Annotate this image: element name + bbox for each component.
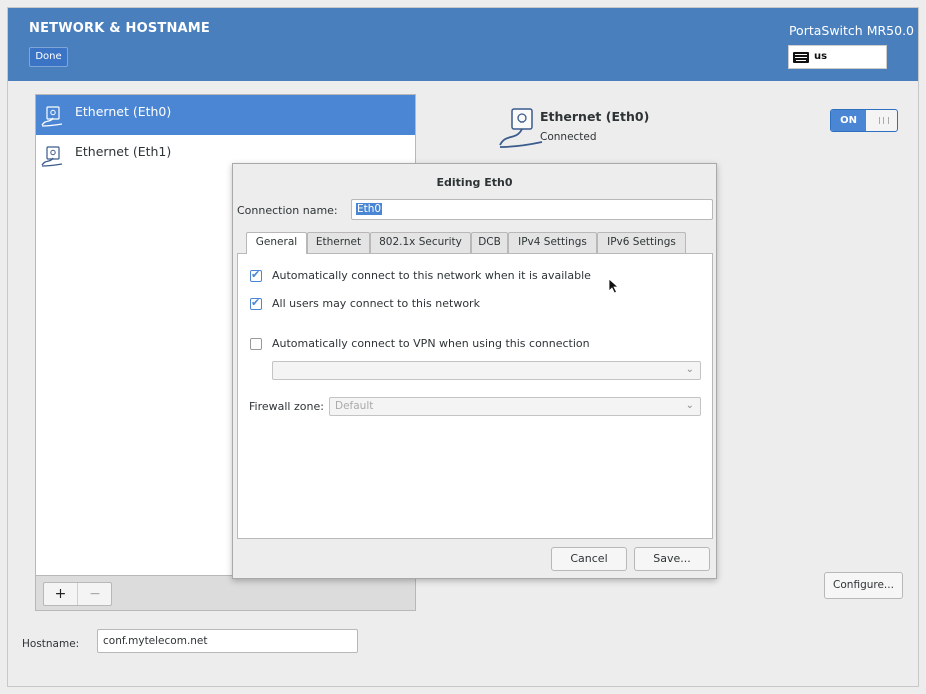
ethernet-icon xyxy=(41,106,63,127)
device-list-toolbar: + − xyxy=(35,576,416,611)
switch-on-label: ON xyxy=(831,110,866,131)
done-button[interactable]: Done xyxy=(29,47,68,67)
tab-dcb[interactable]: DCB xyxy=(471,232,508,253)
keyboard-layout-indicator[interactable]: us xyxy=(788,45,887,69)
device-toggle-switch[interactable]: ON xyxy=(830,109,898,132)
vpn-label: Automatically connect to VPN when using … xyxy=(272,337,590,350)
device-status: Connected xyxy=(540,131,597,143)
configure-button[interactable]: Configure... xyxy=(824,572,903,599)
vpn-select[interactable]: ⌄ xyxy=(272,361,701,380)
general-tab-panel: Automatically connect to this network wh… xyxy=(237,253,713,539)
auto-connect-label: Automatically connect to this network wh… xyxy=(272,269,591,282)
device-item-eth0[interactable]: Ethernet (Eth0) xyxy=(36,95,415,135)
connection-name-value: Eth0 xyxy=(356,203,383,215)
tab-8021x-security[interactable]: 802.1x Security xyxy=(370,232,471,253)
device-name: Ethernet (Eth0) xyxy=(540,109,650,124)
dialog-title: Editing Eth0 xyxy=(436,176,513,189)
tab-ipv6-settings[interactable]: IPv6 Settings xyxy=(597,232,686,253)
connection-name-label: Connection name: xyxy=(237,204,338,217)
installer-window: NETWORK & HOSTNAME Done PortaSwitch MR50… xyxy=(7,7,919,687)
hostname-input[interactable]: conf.mytelecom.net xyxy=(97,629,358,653)
tab-ethernet[interactable]: Ethernet xyxy=(307,232,370,253)
keyboard-layout-label: us xyxy=(814,51,828,62)
tab-general[interactable]: General xyxy=(246,232,307,254)
page-title: NETWORK & HOSTNAME xyxy=(29,21,211,36)
auto-connect-checkbox[interactable] xyxy=(250,268,262,282)
tab-ipv4-settings[interactable]: IPv4 Settings xyxy=(508,232,597,253)
hostname-label: Hostname: xyxy=(22,638,80,650)
keyboard-icon xyxy=(793,52,809,63)
ethernet-icon xyxy=(41,146,63,167)
vpn-checkbox[interactable] xyxy=(250,338,262,350)
firewall-zone-label: Firewall zone: xyxy=(249,400,324,413)
device-label: Ethernet (Eth1) xyxy=(75,144,172,159)
product-name: PortaSwitch MR50.0 xyxy=(788,23,914,38)
add-device-button[interactable]: + xyxy=(44,583,78,605)
chevron-down-icon: ⌄ xyxy=(685,364,694,375)
mouse-pointer-icon xyxy=(608,278,620,294)
chevron-down-icon: ⌄ xyxy=(685,400,694,411)
firewall-zone-value: Default xyxy=(335,400,374,412)
save-button[interactable]: Save... xyxy=(634,547,710,571)
editing-connection-dialog: Editing Eth0 Connection name: Eth0 Gener… xyxy=(232,163,717,579)
firewall-zone-select[interactable]: Default ⌄ xyxy=(329,397,701,416)
switch-grip-icon xyxy=(879,117,889,124)
cancel-button[interactable]: Cancel xyxy=(551,547,627,571)
connection-name-input[interactable]: Eth0 xyxy=(351,199,713,220)
header-bar: NETWORK & HOSTNAME Done PortaSwitch MR50… xyxy=(8,8,918,81)
remove-device-button[interactable]: − xyxy=(78,583,112,605)
add-remove-group: + − xyxy=(43,582,112,606)
all-users-label: All users may connect to this network xyxy=(272,297,480,310)
all-users-checkbox[interactable] xyxy=(250,296,262,310)
ethernet-icon xyxy=(499,108,543,148)
device-label: Ethernet (Eth0) xyxy=(75,104,172,119)
